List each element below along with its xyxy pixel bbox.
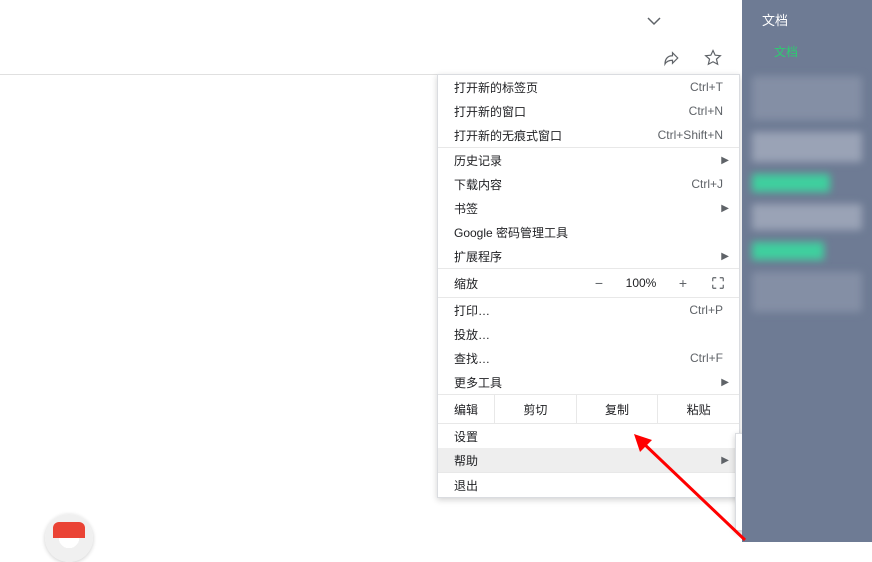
menu-label: 投放…	[454, 326, 723, 343]
menu-label: 退出	[454, 477, 723, 494]
menu-label: 书签	[454, 200, 723, 217]
edit-paste-button[interactable]: 粘贴	[657, 395, 739, 423]
menu-label: 缩放	[454, 275, 581, 292]
menu-label: Google 密码管理工具	[454, 224, 723, 241]
menu-zoom-row: 缩放 − 100% +	[438, 269, 739, 297]
menu-history[interactable]: 历史记录 ▶	[438, 148, 739, 172]
sidepanel-title: 文档	[742, 0, 872, 39]
menu-label: 打开新的窗口	[454, 103, 689, 120]
submenu-arrow-icon: ▶	[721, 251, 729, 262]
sidepanel-thumb	[752, 204, 862, 230]
share-icon[interactable]	[656, 43, 686, 73]
submenu-arrow-icon: ▶	[721, 455, 729, 466]
menu-label: 编辑	[438, 401, 494, 418]
menu-label: 设置	[454, 428, 723, 445]
menu-label: 查找…	[454, 350, 690, 367]
sidepanel-thumb	[752, 132, 862, 162]
sidepanel-thumb	[752, 76, 862, 120]
submenu-arrow-icon: ▶	[721, 155, 729, 166]
edit-cut-button[interactable]: 剪切	[494, 395, 576, 423]
shortcut-hint: Ctrl+T	[690, 80, 723, 94]
side-panel: 文档 文档	[742, 0, 872, 542]
shortcut-hint: Ctrl+Shift+N	[658, 128, 723, 142]
shortcut-hint: Ctrl+J	[691, 177, 723, 191]
menu-downloads[interactable]: 下载内容 Ctrl+J	[438, 172, 739, 196]
sidepanel-thumb	[752, 272, 862, 312]
menu-new-incognito[interactable]: 打开新的无痕式窗口 Ctrl+Shift+N	[438, 123, 739, 147]
menu-label: 下载内容	[454, 176, 691, 193]
menu-bookmarks[interactable]: 书签 ▶	[438, 196, 739, 220]
menu-label: 打开新的无痕式窗口	[454, 127, 658, 144]
edit-copy-button[interactable]: 复制	[576, 395, 658, 423]
sidepanel-thumb	[752, 174, 830, 192]
menu-extensions[interactable]: 扩展程序 ▶	[438, 244, 739, 268]
menu-password-manager[interactable]: Google 密码管理工具	[438, 220, 739, 244]
menu-new-tab[interactable]: 打开新的标签页 Ctrl+T	[438, 75, 739, 99]
zoom-out-button[interactable]: −	[581, 275, 617, 291]
menu-label: 帮助	[454, 452, 723, 469]
shortcut-hint: Ctrl+P	[689, 303, 723, 317]
menu-edit-row: 编辑 剪切 复制 粘贴	[438, 395, 739, 423]
menu-label: 历史记录	[454, 152, 723, 169]
chrome-logo-icon	[45, 514, 93, 562]
star-icon[interactable]	[698, 43, 728, 73]
submenu-arrow-icon: ▶	[721, 377, 729, 388]
menu-cast[interactable]: 投放…	[438, 322, 739, 346]
zoom-in-button[interactable]: +	[665, 275, 701, 291]
chrome-main-menu: 打开新的标签页 Ctrl+T 打开新的窗口 Ctrl+N 打开新的无痕式窗口 C…	[437, 74, 740, 498]
menu-more-tools[interactable]: 更多工具 ▶	[438, 370, 739, 394]
shortcut-hint: Ctrl+N	[689, 104, 723, 118]
shortcut-hint: Ctrl+F	[690, 351, 723, 365]
zoom-value: 100%	[617, 276, 665, 290]
menu-label: 更多工具	[454, 374, 723, 391]
fullscreen-icon[interactable]	[701, 276, 735, 290]
menu-print[interactable]: 打印… Ctrl+P	[438, 298, 739, 322]
menu-help[interactable]: 帮助 ▶	[438, 448, 739, 472]
menu-settings[interactable]: 设置	[438, 424, 739, 448]
menu-find[interactable]: 查找… Ctrl+F	[438, 346, 739, 370]
menu-label: 打印…	[454, 302, 689, 319]
sidepanel-thumb	[752, 242, 824, 260]
chevron-down-icon[interactable]	[644, 12, 664, 30]
menu-label: 打开新的标签页	[454, 79, 690, 96]
submenu-arrow-icon: ▶	[721, 203, 729, 214]
sidepanel-tab[interactable]: 文档	[742, 39, 872, 64]
menu-new-window[interactable]: 打开新的窗口 Ctrl+N	[438, 99, 739, 123]
menu-exit[interactable]: 退出	[438, 473, 739, 497]
menu-label: 扩展程序	[454, 248, 723, 265]
